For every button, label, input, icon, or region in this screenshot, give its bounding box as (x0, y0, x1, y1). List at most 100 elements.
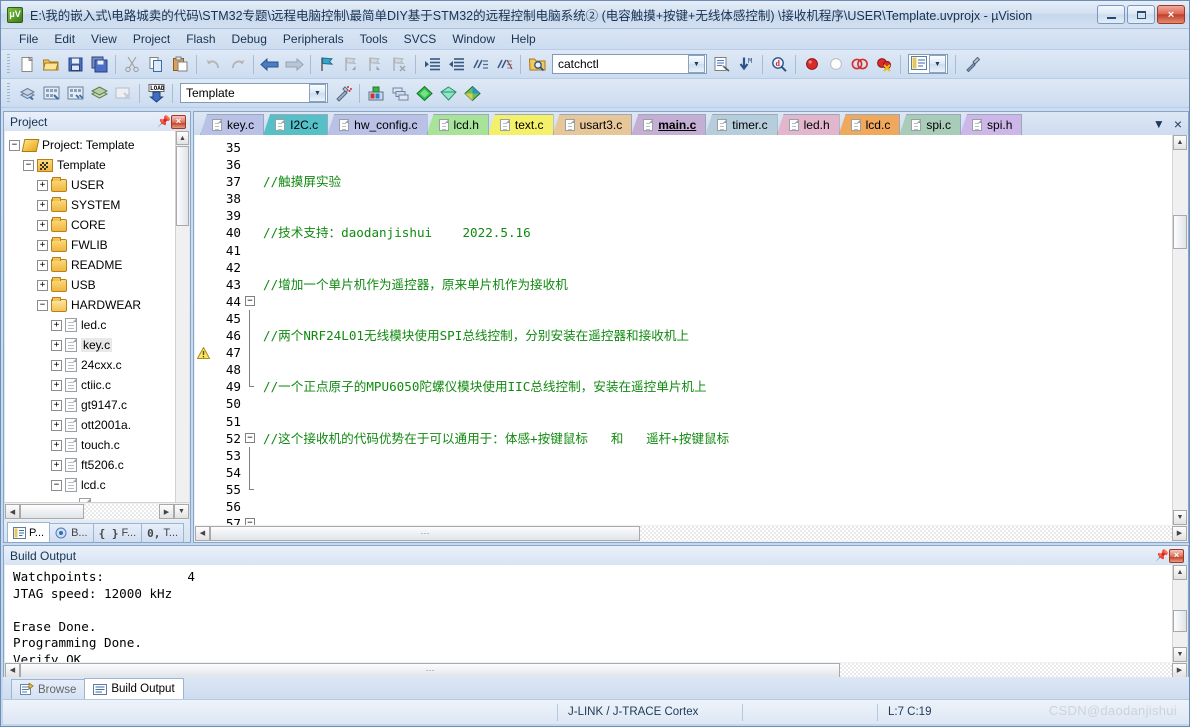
expander-icon[interactable]: + (51, 459, 62, 471)
tree-item-project[interactable]: − Project: Template (9, 135, 175, 155)
menu-help[interactable]: Help (503, 30, 544, 48)
scroll-right-button[interactable]: ▶ (159, 504, 174, 519)
build-output-hscrollbar[interactable]: ◀ ⋯ ▶ (5, 662, 1187, 678)
code-pane[interactable]: 35 36 37 38 39 40 41 42 43 44 45 46 47 4… (195, 135, 1172, 525)
expander-icon[interactable]: + (51, 339, 62, 351)
open-file-icon[interactable] (39, 53, 63, 76)
editor-tab-hw-config-c[interactable]: hw_config.c (327, 114, 428, 135)
navigate-back-icon[interactable] (258, 53, 282, 76)
tab-list-icon[interactable]: ▼ (1153, 117, 1165, 131)
expander-icon[interactable]: + (51, 319, 62, 331)
menu-file[interactable]: File (11, 30, 46, 48)
target-combo-dropdown-icon[interactable]: ▼ (309, 84, 326, 102)
expander-icon[interactable]: + (51, 439, 62, 451)
editor-tab-usart3-c[interactable]: usart3.c (552, 114, 633, 135)
find-combo[interactable]: catchctl ▼ (552, 54, 707, 74)
project-tab-books[interactable]: B... (49, 523, 94, 542)
configuration-wizard-icon[interactable] (960, 53, 984, 76)
build-output-body[interactable]: Watchpoints: 4 JTAG speed: 12000 kHz Era… (5, 565, 1187, 662)
code-editor[interactable]: 35 36 37 38 39 40 41 42 43 44 45 46 47 4… (195, 135, 1187, 525)
scroll-up-button[interactable]: ▲ (1173, 565, 1187, 580)
scroll-thumb[interactable] (176, 146, 189, 226)
load-icon[interactable]: LOAD (144, 82, 168, 105)
editor-tab-lcd-c[interactable]: lcd.c (838, 114, 901, 135)
outdent-icon[interactable] (444, 53, 468, 76)
menu-debug[interactable]: Debug (224, 30, 275, 48)
toolbar-grip[interactable] (6, 53, 12, 75)
editor-tab-led-h[interactable]: led.h (776, 114, 840, 135)
disable-all-breakpoints-icon[interactable] (872, 53, 896, 76)
tree-item-lcd-c[interactable]: − lcd.c (9, 475, 175, 495)
editor-vscrollbar[interactable]: ▲ ▼ (1172, 135, 1187, 525)
translate-icon[interactable] (15, 82, 39, 105)
scroll-thumb[interactable]: ⋯ (210, 525, 640, 541)
save-all-icon[interactable] (87, 53, 111, 76)
expander-icon[interactable]: − (51, 479, 62, 491)
close-icon[interactable]: × (1174, 116, 1182, 132)
tree-item-ott2001a[interactable]: + ott2001a. (9, 415, 175, 435)
expander-icon[interactable]: − (37, 299, 48, 311)
find-combo-dropdown-icon[interactable]: ▼ (688, 55, 705, 73)
save-icon[interactable] (63, 53, 87, 76)
tree-item-key-c[interactable]: + key.c (9, 335, 175, 355)
target-options-icon[interactable] (331, 82, 355, 105)
insert-breakpoint-icon[interactable] (800, 53, 824, 76)
multi-project-icon[interactable] (388, 82, 412, 105)
project-tab-functions[interactable]: { } F... (92, 523, 143, 542)
tree-item-target[interactable]: − Template (9, 155, 175, 175)
editor-tab-text-c[interactable]: text.c (487, 114, 554, 135)
expander-icon[interactable]: − (9, 139, 20, 151)
expander-icon[interactable]: + (51, 399, 62, 411)
menu-window[interactable]: Window (444, 30, 503, 48)
new-file-icon[interactable] (15, 53, 39, 76)
find-in-files-icon[interactable] (525, 53, 549, 76)
close-icon[interactable]: × (1169, 548, 1184, 563)
scroll-down-button[interactable]: ▼ (1173, 647, 1187, 662)
editor-tab-key-c[interactable]: key.c (200, 114, 265, 135)
minimize-button[interactable] (1097, 5, 1125, 24)
build-icon[interactable] (39, 82, 63, 105)
scroll-down-button[interactable]: ▼ (174, 504, 189, 519)
pin-icon[interactable]: 📌 (1155, 549, 1169, 563)
editor-tab-lcd-h[interactable]: lcd.h (426, 114, 489, 135)
editor-tab-spi-c[interactable]: spi.c (899, 114, 962, 135)
scroll-right-button[interactable]: ▶ (1172, 525, 1187, 541)
expander-icon[interactable]: + (37, 179, 48, 191)
tree-item-core[interactable]: + CORE (9, 215, 175, 235)
scroll-left-button[interactable]: ◀ (5, 504, 20, 519)
menu-flash[interactable]: Flash (178, 30, 223, 48)
disable-breakpoint-icon[interactable] (824, 53, 848, 76)
scroll-up-button[interactable]: ▲ (176, 131, 189, 145)
target-combo[interactable]: Template ▼ (180, 83, 328, 103)
scroll-up-button[interactable]: ▲ (1173, 135, 1187, 150)
close-icon[interactable]: × (171, 114, 186, 129)
scroll-right-button[interactable]: ▶ (1172, 662, 1187, 678)
scroll-thumb[interactable] (20, 504, 84, 519)
fold-toggle[interactable]: − (241, 515, 263, 525)
rebuild-icon[interactable] (63, 82, 87, 105)
uncomment-icon[interactable] (492, 53, 516, 76)
tree-item-touch-c[interactable]: + touch.c (9, 435, 175, 455)
expander-icon[interactable]: + (37, 259, 48, 271)
project-tree-vscrollbar[interactable]: ▲ (175, 131, 189, 502)
menu-edit[interactable]: Edit (46, 30, 83, 48)
go-to-definition-icon[interactable]: M (734, 53, 758, 76)
expander-icon[interactable]: − (23, 159, 34, 171)
scroll-down-button[interactable]: ▼ (1173, 510, 1187, 525)
folding-margin[interactable]: − − − (241, 135, 263, 525)
expander-icon[interactable]: + (51, 379, 62, 391)
scroll-track[interactable] (84, 504, 159, 519)
indent-icon[interactable] (420, 53, 444, 76)
expander-icon[interactable]: + (37, 279, 48, 291)
tree-item-ctiic-c[interactable]: + ctiic.c (9, 375, 175, 395)
start-debug-icon[interactable] (412, 82, 436, 105)
batch-build-icon[interactable] (87, 82, 111, 105)
project-tab-project[interactable]: P... (7, 522, 51, 542)
scroll-thumb[interactable]: ⋯ (20, 662, 840, 678)
tree-item-child[interactable] (9, 495, 175, 502)
menu-svcs[interactable]: SVCS (396, 30, 445, 48)
project-tree-hscrollbar[interactable]: ◀ ▶ ▼ (5, 502, 189, 520)
tree-item-system[interactable]: + SYSTEM (9, 195, 175, 215)
fold-toggle[interactable]: − (241, 430, 263, 447)
expander-icon[interactable]: + (51, 419, 62, 431)
